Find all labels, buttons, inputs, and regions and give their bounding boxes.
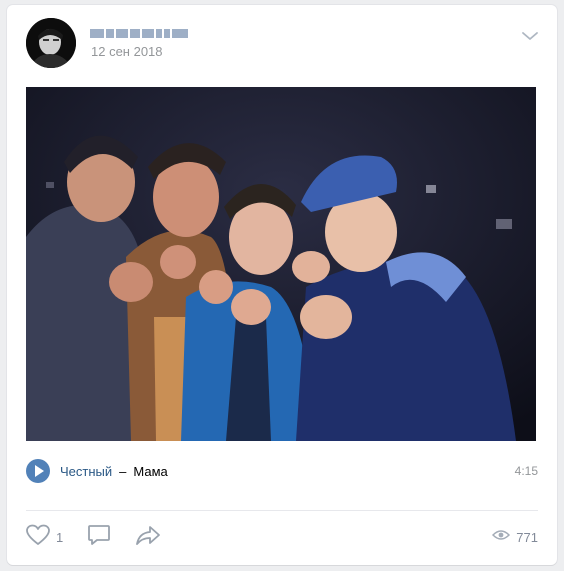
heart-icon (26, 524, 50, 551)
audio-attachment: Честный – Мама 4:15 (26, 458, 538, 484)
play-icon[interactable] (26, 459, 50, 483)
avatar[interactable] (26, 18, 76, 68)
audio-title: Мама (133, 463, 168, 479)
post-photo[interactable] (26, 87, 536, 441)
comment-icon (87, 524, 111, 551)
eye-icon (492, 528, 511, 546)
chevron-down-icon[interactable] (521, 29, 539, 41)
views-counter: 771 (492, 528, 538, 546)
like-count: 1 (56, 529, 64, 545)
author-name-blurred[interactable] (90, 27, 194, 39)
divider (26, 510, 538, 511)
audio-artist[interactable]: Честный (60, 464, 112, 479)
audio-duration: 4:15 (514, 464, 538, 478)
share-icon (135, 524, 161, 551)
share-button[interactable] (135, 524, 161, 551)
views-count: 771 (516, 529, 538, 545)
like-button[interactable]: 1 (26, 524, 63, 551)
comment-button[interactable] (87, 524, 111, 551)
audio-separator: – (119, 463, 127, 479)
post-date[interactable]: 12 сен 2018 (91, 44, 163, 59)
post-actions: 1 771 (26, 523, 538, 551)
post-card: 12 сен 2018 Честный – Мама 4:15 1 771 (7, 5, 557, 565)
